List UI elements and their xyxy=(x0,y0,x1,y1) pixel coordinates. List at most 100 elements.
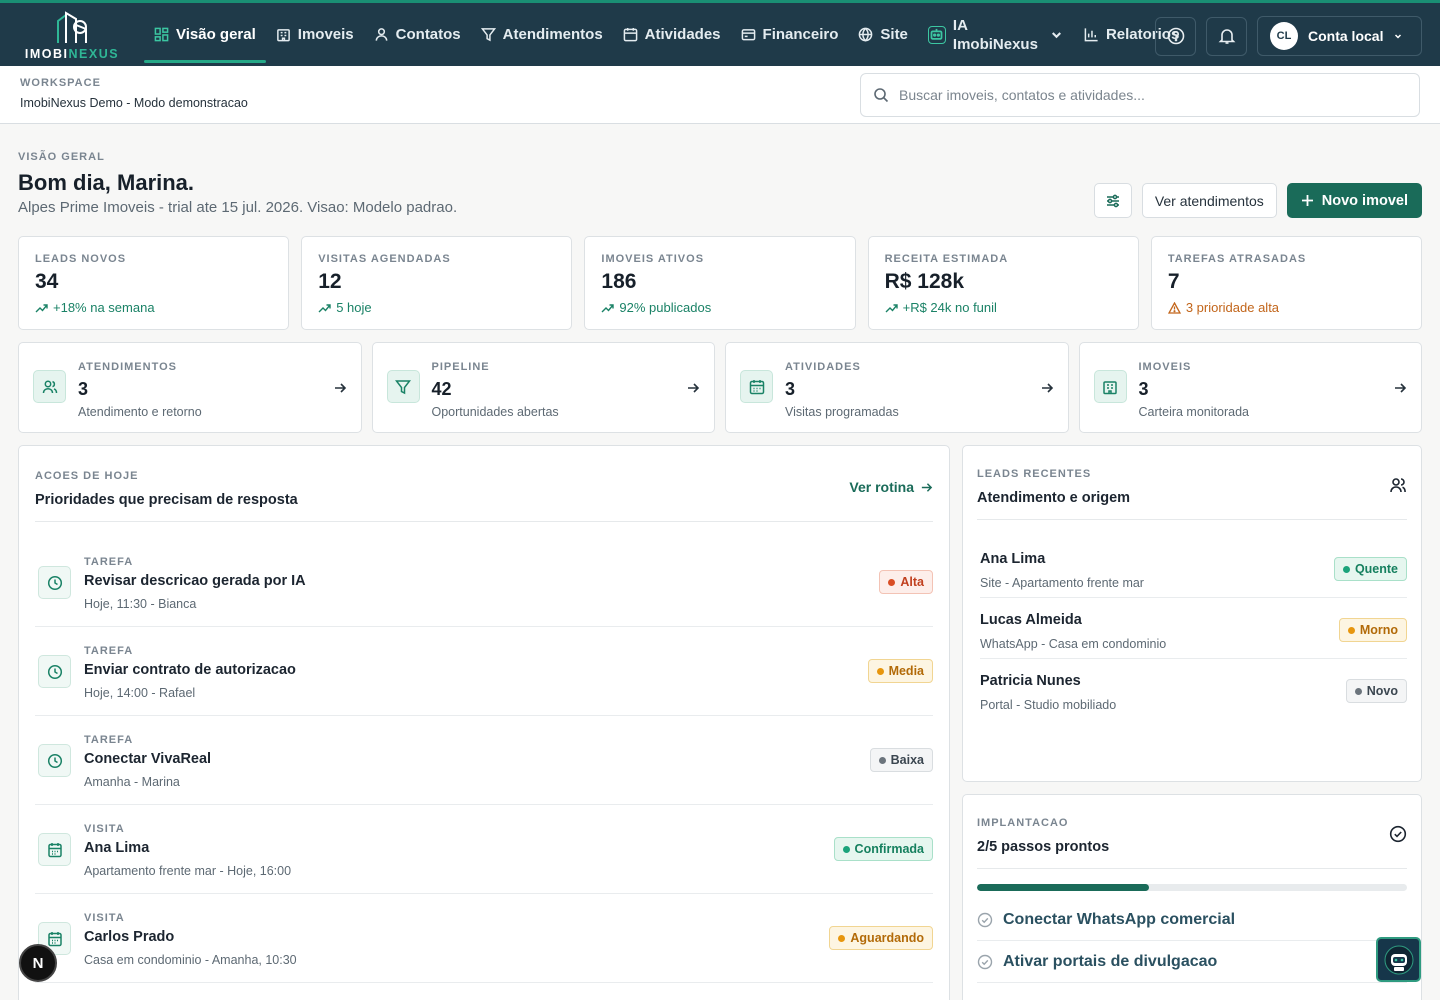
main-nav: Visão geral Imoveis Contatos Atendimento… xyxy=(144,3,1189,66)
nav-item-ia-imobinexus[interactable]: IA ImobiNexus xyxy=(918,3,1074,66)
task-row[interactable]: TAREFA Enviar contrato de autorizacao Ho… xyxy=(35,627,933,716)
shortcut-label: PIPELINE xyxy=(431,361,490,373)
implantacao-step[interactable]: Conectar WhatsApp comercial xyxy=(977,899,1407,941)
panel-title: Atendimento e origem xyxy=(977,490,1131,506)
task-title: Revisar descricao gerada por IA xyxy=(84,573,306,589)
nav-item-label: Imoveis xyxy=(297,26,354,43)
task-row[interactable]: TAREFA Revisar descricao gerada por IA H… xyxy=(35,538,933,627)
workspace-label: WORKSPACE xyxy=(20,77,101,89)
task-title: Carlos Prado xyxy=(84,929,175,945)
kpi-card-imoveis-ativos: IMOVEIS ATIVOS 186 92% publicados xyxy=(584,236,856,330)
clock-icon xyxy=(38,744,71,777)
kpi-card-leads-novos: LEADS NOVOS 34 +18% na semana xyxy=(18,236,290,330)
shortcut-card-atividades[interactable]: ATIVIDADES 3 Visitas programadas xyxy=(725,342,1069,433)
lead-row[interactable]: Ana Lima Site - Apartamento frente mar Q… xyxy=(980,537,1407,598)
trend-up-icon xyxy=(318,303,331,312)
search-placeholder: Buscar imoveis, contatos e atividades... xyxy=(899,87,1145,103)
chevron-down-icon xyxy=(1051,32,1061,39)
lead-row[interactable]: Patricia Nunes Portal - Studio mobiliado… xyxy=(980,659,1407,720)
ai-assistant-button[interactable] xyxy=(1376,937,1421,982)
help-button[interactable] xyxy=(1155,16,1196,56)
arrow-right-icon xyxy=(334,383,346,393)
nav-item-site[interactable]: Site xyxy=(848,3,918,66)
lead-meta: Site - Apartamento frente mar xyxy=(980,576,1144,590)
leads-recentes-panel: LEADS RECENTES Atendimento e origem Ana … xyxy=(962,445,1422,782)
avatar: CL xyxy=(1270,22,1298,50)
building-logo-icon xyxy=(57,10,87,43)
check-circle-icon xyxy=(977,954,993,969)
building-icon xyxy=(276,29,290,42)
lead-name: Lucas Almeida xyxy=(980,612,1082,628)
plus-icon xyxy=(1301,195,1313,206)
kpi-delta: 3 prioridade alta xyxy=(1167,300,1405,315)
shortcut-row: ATENDIMENTOS 3 Atendimento e retorno PIP… xyxy=(18,342,1422,433)
kpi-value: 34 xyxy=(35,270,59,293)
task-meta: Apartamento frente mar - Hoje, 16:00 xyxy=(84,864,292,878)
customize-view-button[interactable] xyxy=(1093,183,1132,218)
task-row[interactable]: VISITA Ana Lima Apartamento frente mar -… xyxy=(35,805,933,894)
shortcut-value: 3 xyxy=(1138,379,1149,399)
nav-item-atendimentos[interactable]: Atendimentos xyxy=(471,3,613,66)
nav-item-label: Financeiro xyxy=(762,26,839,43)
shortcut-value: 3 xyxy=(78,379,89,399)
shortcut-card-imoveis[interactable]: IMOVEIS 3 Carteira monitorada xyxy=(1078,342,1422,433)
shortcut-label: ATENDIMENTOS xyxy=(78,361,177,373)
nav-item-financeiro[interactable]: Financeiro xyxy=(731,3,849,66)
nav-item-contatos[interactable]: Contatos xyxy=(364,3,471,66)
nav-item-imoveis[interactable]: Imoveis xyxy=(266,3,364,66)
lead-temperature-badge: Quente xyxy=(1333,557,1407,581)
help-circle-icon xyxy=(1167,27,1184,45)
shortcut-card-atendimentos[interactable]: ATENDIMENTOS 3 Atendimento e retorno xyxy=(18,342,362,433)
ver-atendimentos-button[interactable]: Ver atendimentos xyxy=(1141,183,1277,218)
implantacao-panel: IMPLANTACAO 2/5 passos prontos Conectar … xyxy=(962,794,1422,1000)
implantacao-step[interactable]: Ativar portais de divulgacao xyxy=(977,941,1407,983)
task-type: TAREFA xyxy=(84,734,134,746)
arrow-right-icon xyxy=(1395,383,1407,393)
clock-icon xyxy=(38,566,71,599)
trend-up-icon xyxy=(885,303,898,312)
workspace-name[interactable]: ImobiNexus Demo - Modo demonstracao xyxy=(20,96,248,110)
kpi-card-tarefas-atrasadas: TAREFAS ATRASADAS 7 3 prioridade alta xyxy=(1150,236,1423,330)
nav-item-atividades[interactable]: Atividades xyxy=(613,3,731,66)
kpi-value: 12 xyxy=(318,270,342,293)
brand-logo[interactable]: IMOBINEXUS xyxy=(0,3,144,66)
dev-tools-button[interactable]: N xyxy=(19,944,57,982)
lead-row[interactable]: Lucas Almeida WhatsApp - Casa em condomi… xyxy=(980,598,1407,659)
lead-temperature-badge: Morno xyxy=(1338,618,1407,642)
shortcut-card-pipeline[interactable]: PIPELINE 42 Oportunidades abertas xyxy=(371,342,715,433)
account-menu-button[interactable]: CL Conta local xyxy=(1257,16,1422,56)
trend-up-icon xyxy=(35,303,48,312)
nav-item-label: Atendimentos xyxy=(502,26,603,43)
shortcut-desc: Visitas programadas xyxy=(785,405,899,419)
novo-imovel-button[interactable]: Novo imovel xyxy=(1286,183,1422,218)
page-title: Bom dia, Marina. xyxy=(18,170,195,195)
robot-icon xyxy=(927,25,946,44)
check-circle-icon xyxy=(1389,825,1407,843)
nav-item-label: Site xyxy=(880,26,908,43)
nav-item-visao-geral[interactable]: Visão geral xyxy=(144,3,266,66)
kpi-delta: 5 hoje xyxy=(318,300,555,315)
search-input[interactable]: Buscar imoveis, contatos e atividades... xyxy=(860,73,1420,117)
task-meta: Casa em condominio - Amanha, 10:30 xyxy=(84,953,297,967)
ver-rotina-link[interactable]: Ver rotina xyxy=(849,479,933,495)
kpi-value: 186 xyxy=(601,270,637,293)
sliders-icon xyxy=(1106,194,1119,207)
novo-imovel-label: Novo imovel xyxy=(1321,192,1408,209)
lead-name: Patricia Nunes xyxy=(980,673,1081,689)
robot-icon xyxy=(1384,945,1413,974)
shortcut-label: ATIVIDADES xyxy=(785,361,861,373)
status-badge: Confirmada xyxy=(833,837,933,861)
kpi-card-visitas-agendadas: VISITAS AGENDADAS 12 5 hoje xyxy=(301,236,573,330)
nav-item-label: Visão geral xyxy=(176,26,256,43)
shortcut-desc: Atendimento e retorno xyxy=(78,405,202,419)
bar-chart-icon xyxy=(1084,28,1098,42)
globe-icon xyxy=(859,27,873,42)
users-icon xyxy=(33,370,66,403)
panel-header: ACOES DE HOJE Prioridades que precisam d… xyxy=(35,446,933,522)
notifications-button[interactable] xyxy=(1206,16,1247,56)
task-row[interactable]: TAREFA Conectar VivaReal Amanha - Marina… xyxy=(35,716,933,805)
kpi-label: VISITAS AGENDADAS xyxy=(318,253,451,265)
task-row[interactable]: VISITA Carlos Prado Casa em condominio -… xyxy=(35,894,933,983)
panel-title: 2/5 passos prontos xyxy=(977,839,1110,855)
filter-icon xyxy=(386,370,420,403)
